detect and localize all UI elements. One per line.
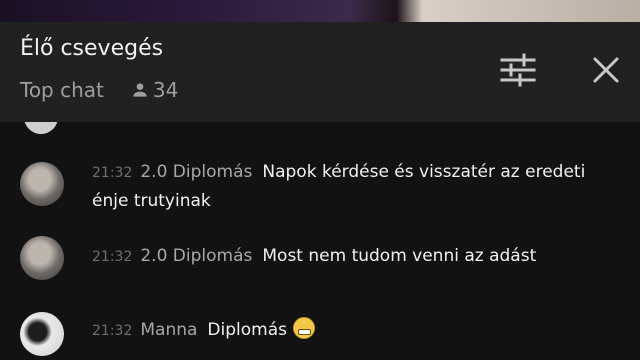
avatar[interactable] [20, 312, 64, 356]
message-text: Most nem tudom venni az adást [262, 246, 537, 266]
message-body: 21:32 Manna Diplomás [92, 316, 622, 345]
person-icon [133, 83, 147, 97]
message-author[interactable]: 2.0 Diplomás [140, 162, 252, 182]
message-time: 21:32 [92, 165, 133, 181]
video-player-strip[interactable] [0, 0, 640, 22]
message-text: Diplomás [207, 320, 287, 340]
grinning-face-emoji [293, 317, 315, 339]
close-icon[interactable] [590, 54, 622, 86]
message-author[interactable]: 2.0 Diplomás [140, 246, 252, 266]
chat-mode-selector[interactable]: Top chat [20, 78, 104, 102]
chat-message-list[interactable]: 21:32 2.0 Diplomás Napok kérdése és vissza… [0, 122, 640, 360]
avatar [24, 122, 58, 134]
avatar[interactable] [20, 162, 64, 206]
viewer-count: 34 [130, 78, 178, 102]
tune-sliders-icon[interactable] [498, 52, 538, 88]
chat-header: Élő csevegés Top chat 34 [0, 22, 640, 122]
message-author[interactable]: Manna [140, 320, 197, 340]
message-time: 21:32 [92, 323, 133, 339]
message-time: 21:32 [92, 249, 133, 265]
avatar[interactable] [20, 236, 64, 280]
message-body: 21:32 2.0 Diplomás Most nem tudom venni az… [92, 242, 622, 271]
chat-mode-row: Top chat 34 [20, 78, 178, 102]
chat-title: Élő csevegés [20, 36, 164, 61]
message-body: 21:32 2.0 Diplomás Napok kérdése és vissza… [92, 158, 622, 215]
viewer-count-value: 34 [152, 78, 179, 102]
